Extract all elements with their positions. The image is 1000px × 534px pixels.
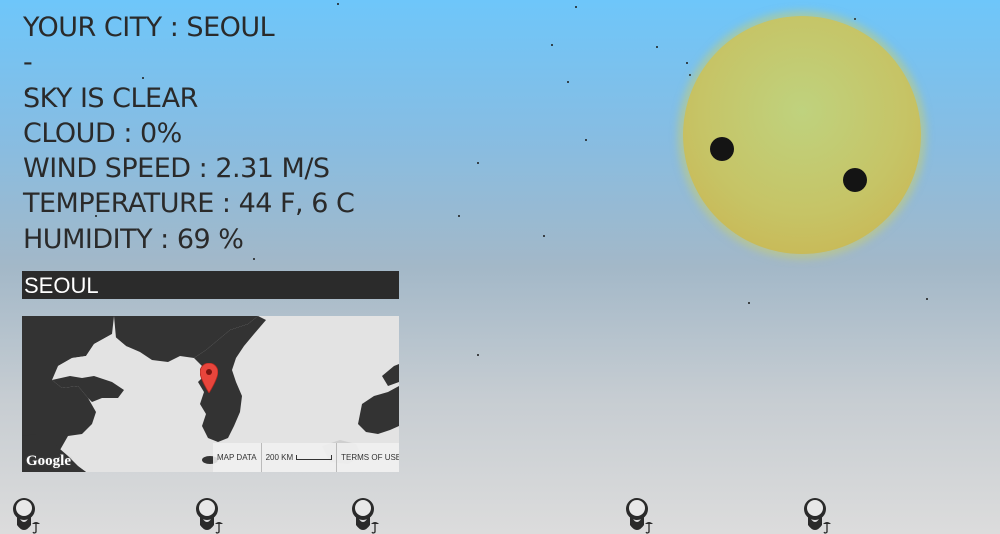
map-pin-icon[interactable]	[199, 362, 219, 397]
particle-dot	[477, 354, 479, 356]
particle-dot	[458, 215, 460, 217]
bearded-man-icon	[804, 498, 831, 534]
particle-dot	[575, 6, 577, 8]
terms-of-use-link[interactable]: TERMS OF USE	[337, 443, 399, 472]
particle-dot	[551, 44, 553, 46]
sky-condition-line: SKY IS CLEAR	[23, 82, 198, 114]
bearded-man-icon	[13, 498, 40, 534]
separator-line: -	[23, 47, 33, 79]
particle-dot	[686, 62, 688, 64]
wind-speed-line: WIND SPEED : 2.31 M/S	[23, 153, 330, 185]
map-title: SEOUL	[22, 271, 399, 299]
bearded-man-icon	[196, 498, 223, 534]
map-scale: 200 KM	[262, 443, 338, 472]
bearded-man-icon	[626, 498, 653, 534]
sun-icon	[683, 16, 921, 254]
particle-dot	[253, 258, 255, 260]
particle-dot	[748, 302, 750, 304]
city-line: YOUR CITY : SEOUL	[23, 12, 275, 43]
particle-dot	[477, 162, 479, 164]
map-data-link[interactable]: MAP DATA	[213, 443, 262, 472]
particle-dot	[926, 298, 928, 300]
particle-dot	[543, 235, 545, 237]
sun-right-eye	[843, 168, 867, 192]
particle-dot	[656, 46, 658, 48]
google-map[interactable]: Google MAP DATA 200 KM TERMS OF USE	[22, 316, 399, 472]
google-logo[interactable]: Google	[26, 453, 71, 470]
scale-label: 200 KM	[265, 453, 294, 462]
particle-dot	[585, 139, 587, 141]
weather-info-panel: YOUR CITY : SEOUL - SKY IS CLEAR CLOUD :…	[23, 10, 443, 257]
map-attribution-bar: MAP DATA 200 KM TERMS OF USE	[213, 443, 399, 472]
cloud-line: CLOUD : 0%	[23, 117, 182, 149]
particle-dot	[689, 74, 691, 76]
bearded-man-icon	[352, 498, 379, 534]
sun-left-eye	[710, 137, 734, 161]
scale-bar-icon	[296, 455, 333, 460]
particle-dot	[854, 18, 856, 20]
temperature-line: TEMPERATURE : 44 F, 6 C	[23, 188, 355, 220]
humidity-line: HUMIDITY : 69 %	[23, 223, 244, 255]
particle-dot	[567, 81, 569, 83]
particle-dot	[337, 3, 339, 5]
map-pin-shape	[199, 362, 219, 394]
